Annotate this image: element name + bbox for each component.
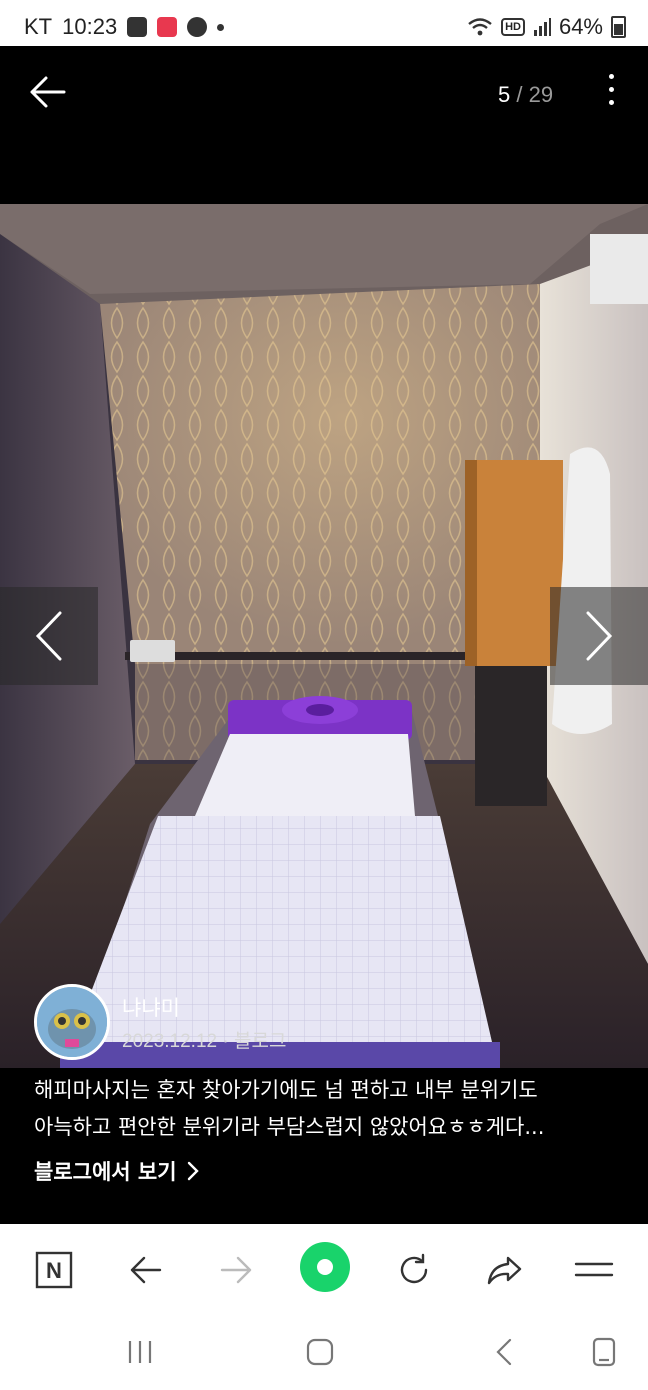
caption-line: 아늑하고 편안한 분위기라 부담스럽지 않았어요ㅎㅎ게다... (34, 1115, 545, 1139)
share-icon (487, 1256, 522, 1285)
home-icon (306, 1338, 334, 1366)
more-options-button[interactable] (604, 74, 618, 114)
arrow-left-icon (130, 1256, 162, 1284)
blog-link-label: 블로그에서 보기 (34, 1160, 177, 1184)
system-navigation-bar (0, 1314, 648, 1390)
avatar[interactable] (34, 984, 110, 1060)
post-source: 블로그 (233, 1031, 287, 1052)
image-counter: 5 / 29 (498, 82, 553, 108)
counter-current: 5 (498, 82, 511, 107)
previous-image-button[interactable] (0, 587, 98, 685)
screen-rotate-button[interactable] (584, 1334, 624, 1370)
home-letter: N (46, 1258, 62, 1283)
arrow-left-icon (30, 76, 66, 108)
menu-button[interactable] (568, 1244, 620, 1296)
carrier-label: KT (24, 14, 53, 39)
photo-viewer[interactable] (0, 204, 648, 1068)
naver-home-button[interactable]: N (28, 1244, 80, 1296)
account-notification-icon (187, 17, 208, 37)
viewer-top-bar: 5 / 29 (0, 46, 648, 204)
status-left: KT 10:23 (24, 14, 225, 40)
post-meta: 2023.12.12 · 블로그 (122, 1026, 286, 1053)
recent-apps-icon (128, 1341, 152, 1363)
share-button[interactable] (478, 1244, 530, 1296)
system-back-button[interactable] (484, 1334, 524, 1370)
refresh-icon (400, 1253, 428, 1284)
arrow-right-icon (220, 1256, 252, 1284)
recent-apps-button[interactable] (120, 1334, 160, 1370)
counter-total: 29 (528, 82, 554, 107)
chevron-right-icon (187, 1161, 199, 1181)
author-name[interactable]: 냐냐미 (122, 992, 180, 1022)
counter-separator: / (516, 82, 523, 107)
browser-toolbar: N (0, 1224, 648, 1314)
browser-forward-button[interactable] (210, 1244, 262, 1296)
signal-icon (533, 18, 551, 36)
meta-separator: · (222, 1031, 229, 1052)
dot-icon (608, 74, 614, 79)
wifi-icon (468, 18, 492, 36)
status-bar: KT 10:23 HD 64% (0, 0, 648, 46)
avatar-image (37, 987, 107, 1057)
dot-icon (608, 87, 614, 92)
hd-voice-icon: HD (501, 18, 525, 36)
chevron-left-icon (35, 611, 62, 661)
green-dot-button[interactable] (300, 1242, 350, 1292)
rotate-screen-icon (592, 1337, 616, 1367)
battery-icon (611, 16, 626, 38)
dot-icon (608, 100, 614, 105)
gallery-notification-icon (127, 17, 148, 37)
home-button[interactable] (300, 1334, 340, 1370)
view-in-blog-link[interactable]: 블로그에서 보기 (34, 1156, 199, 1186)
status-right: HD 64% (467, 14, 626, 40)
browser-back-button[interactable] (120, 1244, 172, 1296)
battery-percent: 64% (558, 14, 603, 39)
app-notification-icon (157, 17, 178, 37)
post-date: 2023.12.12 (122, 1031, 218, 1052)
chevron-left-icon (496, 1338, 512, 1366)
post-caption: 해피마사지는 혼자 찾아가기에도 넘 편하고 내부 분위기도 아늑하고 편안한 … (34, 1072, 624, 1146)
chevron-right-icon (586, 611, 613, 661)
back-button[interactable] (26, 70, 70, 114)
refresh-button[interactable] (388, 1244, 440, 1296)
next-image-button[interactable] (550, 587, 648, 685)
clock: 10:23 (62, 14, 118, 39)
caption-line: 해피마사지는 혼자 찾아가기에도 넘 편하고 내부 분위기도 (34, 1078, 538, 1102)
hamburger-menu-icon (574, 1262, 614, 1277)
naver-n-icon: N (35, 1251, 73, 1289)
more-notifications-dot-icon (217, 23, 225, 31)
